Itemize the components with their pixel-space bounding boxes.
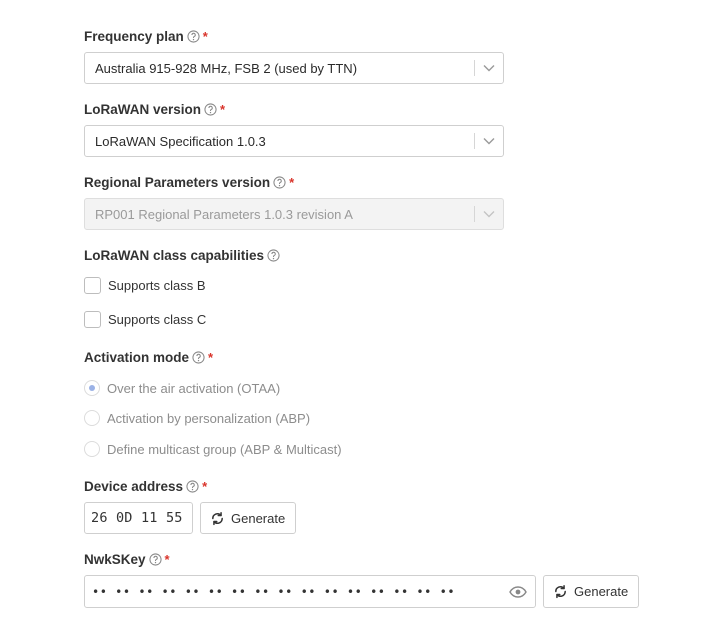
- chevron-down-icon[interactable]: [475, 126, 503, 156]
- nwkskey-label: NwkSKey: [84, 551, 146, 567]
- regional-parameters-label-row: Regional Parameters version *: [84, 173, 294, 191]
- activation-mode-label: Activation mode: [84, 349, 190, 365]
- generate-label: Generate: [574, 584, 629, 599]
- abp-radio[interactable]: [84, 410, 100, 426]
- otaa-label[interactable]: Over the air activation (OTAA): [107, 381, 280, 396]
- required-mark: *: [220, 101, 226, 117]
- radio-selected-dot: [89, 385, 95, 391]
- nwkskey-label-row: NwkSKey *: [84, 550, 170, 568]
- help-icon[interactable]: [148, 552, 162, 566]
- supports-class-b-checkbox-row[interactable]: Supports class B: [84, 277, 206, 294]
- supports-class-c-label[interactable]: Supports class C: [108, 312, 206, 327]
- help-icon[interactable]: [204, 102, 217, 116]
- class-capabilities-label-row: LoRaWAN class capabilities: [84, 246, 280, 264]
- frequency-plan-select[interactable]: Australia 915-928 MHz, FSB 2 (used by TT…: [84, 52, 504, 84]
- help-icon[interactable]: [267, 248, 280, 262]
- help-icon[interactable]: [273, 175, 286, 189]
- supports-class-c-checkbox[interactable]: [84, 311, 101, 328]
- frequency-plan-label: Frequency plan: [84, 28, 184, 44]
- supports-class-b-label[interactable]: Supports class B: [108, 278, 206, 293]
- abp-label[interactable]: Activation by personalization (ABP): [107, 411, 310, 426]
- help-icon[interactable]: [192, 350, 205, 364]
- device-address-label-row: Device address *: [84, 477, 207, 495]
- device-address-input[interactable]: 26 0D 11 55: [84, 502, 193, 534]
- lorawan-version-value: LoRaWAN Specification 1.0.3: [95, 133, 266, 149]
- device-address-generate-button[interactable]: Generate: [200, 502, 297, 534]
- device-address-label: Device address: [84, 478, 184, 494]
- required-mark: *: [202, 28, 208, 44]
- abp-radio-row[interactable]: Activation by personalization (ABP): [84, 410, 310, 426]
- lorawan-version-select[interactable]: LoRaWAN Specification 1.0.3: [84, 125, 504, 157]
- refresh-icon: [555, 584, 566, 599]
- nwkskey-generate-button[interactable]: Generate: [543, 575, 640, 608]
- activation-mode-label-row: Activation mode *: [84, 348, 213, 366]
- required-mark: *: [164, 551, 170, 567]
- nwkskey-masked-value[interactable]: •• •• •• •• •• •• •• •• •• •• •• •• •• •…: [92, 585, 501, 599]
- multicast-radio[interactable]: [84, 441, 100, 457]
- frequency-plan-label-row: Frequency plan *: [84, 27, 208, 45]
- required-mark: *: [289, 174, 295, 190]
- supports-class-c-checkbox-row[interactable]: Supports class C: [84, 311, 206, 328]
- required-mark: *: [208, 349, 214, 365]
- required-mark: *: [202, 478, 208, 494]
- help-icon[interactable]: [187, 29, 200, 43]
- refresh-icon: [212, 511, 223, 525]
- lorawan-version-label: LoRaWAN version: [84, 101, 202, 117]
- nwkskey-input[interactable]: •• •• •• •• •• •• •• •• •• •• •• •• •• •…: [84, 575, 536, 608]
- otaa-radio[interactable]: [84, 380, 100, 396]
- supports-class-b-checkbox[interactable]: [84, 277, 101, 294]
- chevron-down-icon[interactable]: [475, 53, 503, 83]
- frequency-plan-value: Australia 915-928 MHz, FSB 2 (used by TT…: [95, 60, 358, 76]
- otaa-radio-row[interactable]: Over the air activation (OTAA): [84, 380, 280, 396]
- chevron-down-icon: [475, 199, 503, 229]
- help-icon[interactable]: [186, 479, 199, 493]
- regional-parameters-value: RP001 Regional Parameters 1.0.3 revision…: [95, 206, 353, 222]
- regional-parameters-label: Regional Parameters version: [84, 174, 271, 190]
- multicast-radio-row[interactable]: Define multicast group (ABP & Multicast): [84, 441, 342, 457]
- regional-parameters-select: RP001 Regional Parameters 1.0.3 revision…: [84, 198, 504, 230]
- lorawan-version-label-row: LoRaWAN version *: [84, 100, 225, 118]
- multicast-label[interactable]: Define multicast group (ABP & Multicast): [107, 442, 342, 457]
- class-capabilities-label: LoRaWAN class capabilities: [84, 247, 265, 263]
- eye-icon[interactable]: [501, 585, 535, 598]
- generate-label: Generate: [231, 510, 286, 526]
